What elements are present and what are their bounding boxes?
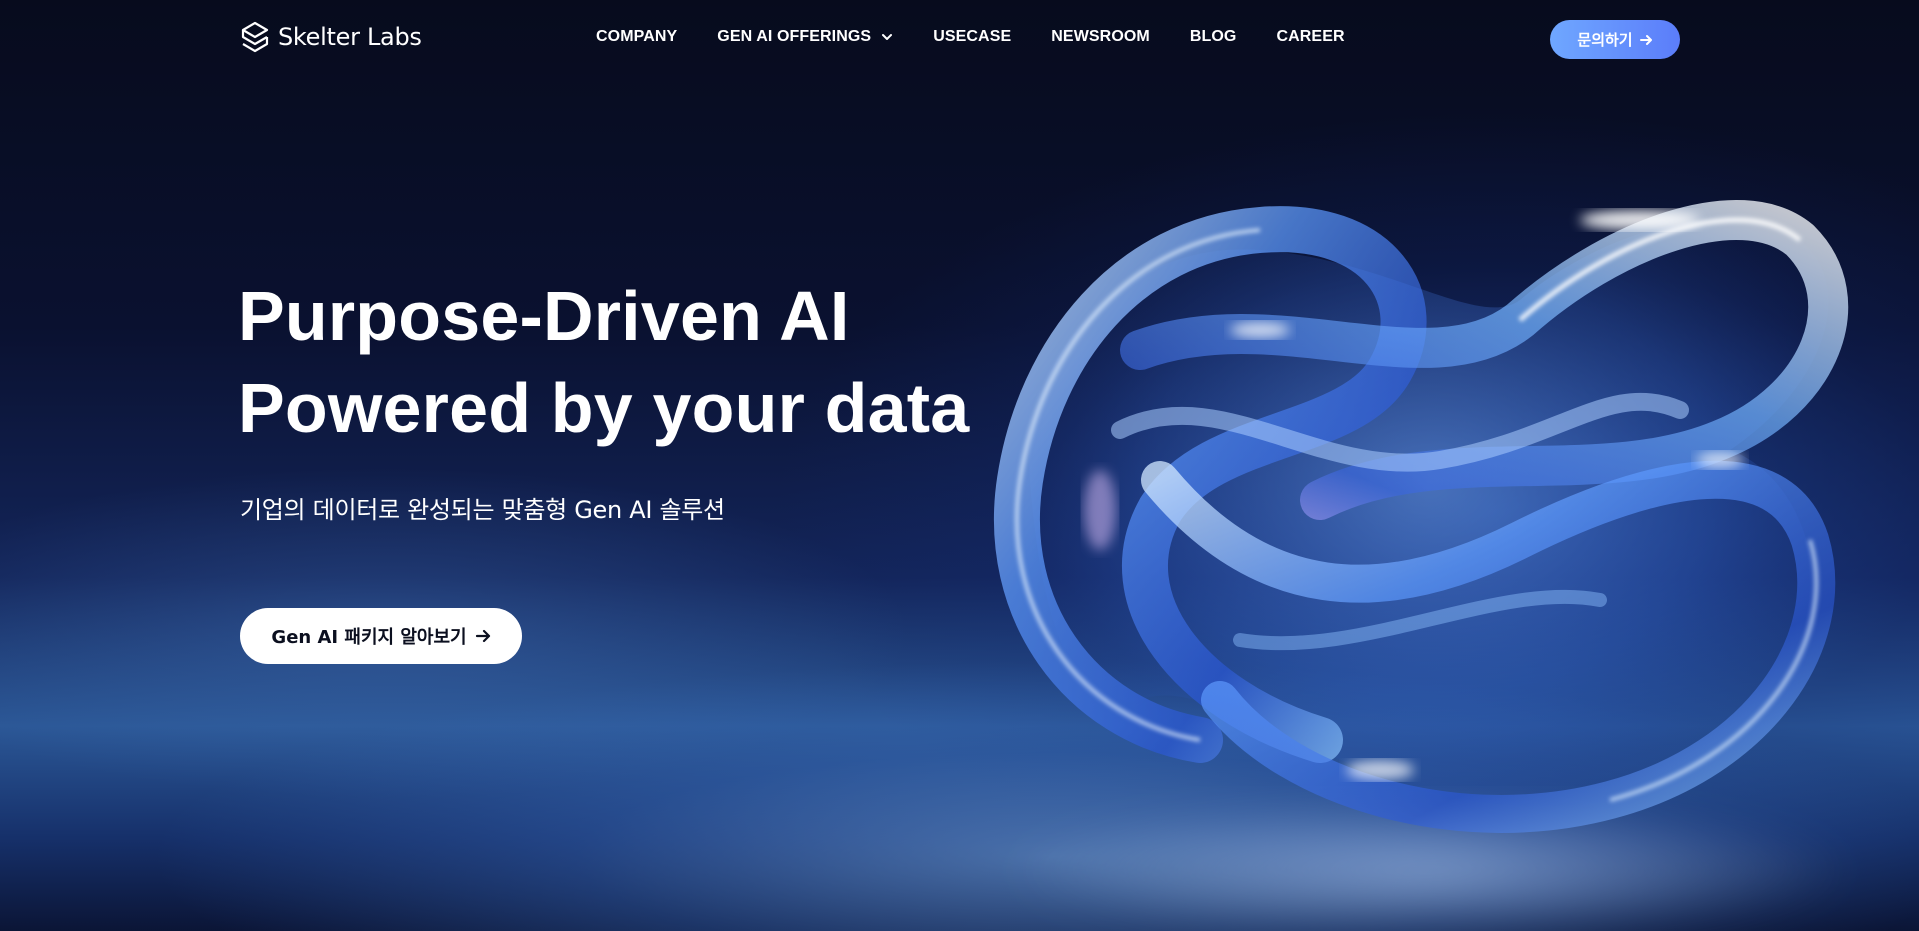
brand-name: Skelter Labs [278,23,422,51]
skelter-s-icon [241,21,269,53]
hero-title: Purpose-Driven AI Powered by your data [238,270,1038,454]
cta-button-label: Gen AI 패키지 알아보기 [271,627,467,648]
contact-button[interactable]: 문의하기 [1550,20,1680,59]
nav-item-label: USECASE [933,28,1012,45]
nav-item-label: COMPANY [596,28,678,45]
nav-item-label: NEWSROOM [1051,28,1150,45]
gen-ai-package-button[interactable]: Gen AI 패키지 알아보기 [240,608,522,664]
nav-item-label: CAREER [1276,28,1345,45]
chevron-down-icon [882,34,893,40]
nav-item-blog[interactable]: BLOG [1190,28,1237,46]
main-menu: COMPANY GEN AI OFFERINGS USECASE NEWSROO… [596,28,1345,46]
contact-button-label: 문의하기 [1577,32,1633,49]
top-navigation: Skelter Labs COMPANY GEN AI OFFERINGS US… [0,0,1919,78]
arrow-right-icon [1639,34,1652,45]
nav-item-company[interactable]: COMPANY [596,28,677,46]
nav-item-label: GEN AI OFFERINGS [717,28,872,45]
nav-item-usecase[interactable]: USECASE [933,28,1011,46]
brand-logo[interactable]: Skelter Labs [240,20,422,54]
glass-ribbon-illustration [993,200,1850,931]
nav-item-career[interactable]: CAREER [1276,28,1344,46]
hero-subtitle: 기업의 데이터로 완성되는 맞춤형 Gen AI 솔루션 [240,496,725,524]
nav-item-newsroom[interactable]: NEWSROOM [1051,28,1150,46]
hero-title-line-2: Powered by your data [238,369,970,447]
hero-title-line-1: Purpose-Driven AI [238,277,850,355]
nav-item-gen-ai-offerings[interactable]: GEN AI OFFERINGS [717,28,893,46]
nav-item-label: BLOG [1189,28,1237,45]
arrow-right-icon [475,629,490,643]
